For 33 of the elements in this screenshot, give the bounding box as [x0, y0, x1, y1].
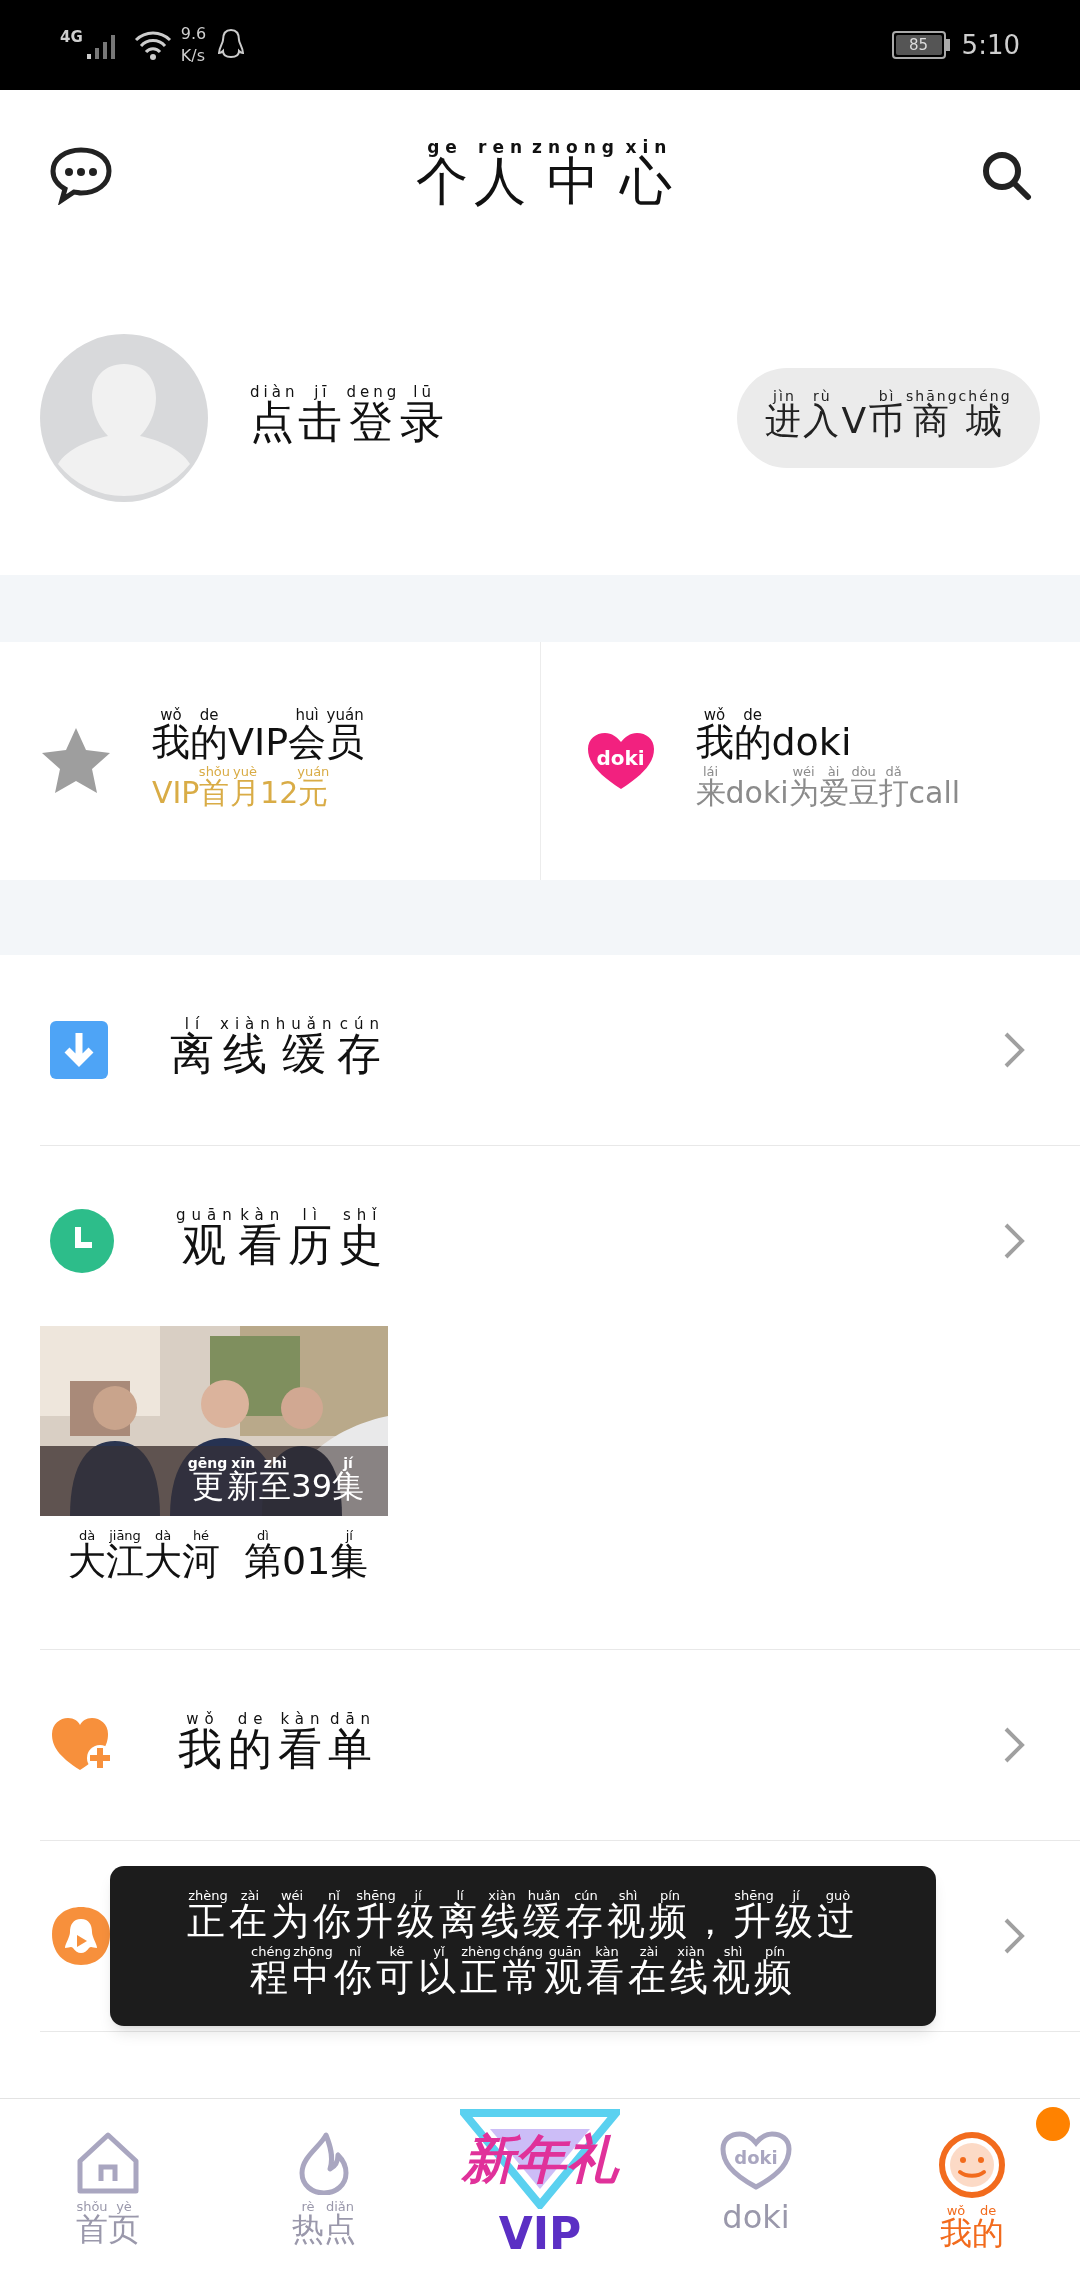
card-title[interactable]: 我 wǒ 的 de doki: [695, 708, 961, 766]
clock-time: 5:10: [961, 28, 1020, 62]
menu-label[interactable]: 我 wǒ 的 de 看 kàn 单 dān: [178, 1711, 378, 1779]
chevron-icon: [1003, 1917, 1025, 1955]
toast-text: 程 chéng 中 zhōng 你 nǐ 可 kě 以 yǐ 正 zhèng 常 cháng 观 guān 看 kàn 在 zài 线 xiàn 视 shì 频 pín: [250, 1946, 796, 2001]
network-type: 4G: [60, 27, 83, 48]
heart-logo-icon: doki: [585, 731, 656, 791]
chevron-icon: [1003, 1726, 1025, 1764]
tab-label: VIP: [498, 2209, 582, 2259]
speed-unit: K/s: [180, 45, 206, 67]
card-title[interactable]: 我 wǒ 的 de VIP会 huì 员 yuán: [152, 708, 365, 766]
doki-heart-icon: doki: [720, 2131, 792, 2191]
menu-label[interactable]: 离 lí 线 xiàn 缓 huǎn 存 cún: [170, 1016, 388, 1084]
smiley-icon: [938, 2131, 1006, 2199]
page-title: 个 ge 人 ren 中 znong 心 xin: [416, 139, 678, 211]
speed-value: 9.6: [180, 23, 207, 45]
play-badge-icon: [50, 1905, 112, 1967]
video-title[interactable]: 大 dà 江 jiāng 大 dà 河 hé 第 dì 01集 jí: [68, 1530, 388, 1587]
card-subtitle: 来 lái doki为 wéi 爱 ài 豆 dòu 打 dǎ call: [695, 766, 961, 812]
card-subtitle: VIP首 shǒu 月 yuè 12元 yuán: [152, 766, 331, 812]
search-icon[interactable]: [980, 149, 1032, 201]
wifi-icon: [132, 29, 173, 61]
message-icon[interactable]: [48, 145, 114, 205]
chevron-icon: [1003, 1222, 1025, 1260]
clock-icon: [50, 1209, 114, 1273]
toast-text: 正 zhèng 在 zài 为 wéi 你 nǐ 升 shēng 级 jí 离 lí 线 xiàn 缓 huǎn 存 cún 视 shì 频 pín ，升 shēng 级 jí 过 guò: [187, 1890, 859, 1945]
star-icon: [40, 726, 112, 796]
coin-mall-button[interactable]: 进 jìn 入 rù V币 bì 商 shāng 城 chéng: [737, 367, 1040, 468]
chevron-icon: [1003, 1031, 1025, 1069]
menu-label[interactable]: 观 guān 看 kàn 历 lì 史 shǐ: [176, 1207, 388, 1275]
login-link[interactable]: 点 diàn 击 jī 登 deng 录 lū: [250, 385, 449, 450]
download-icon: [50, 1021, 108, 1079]
home-icon: [76, 2131, 140, 2195]
